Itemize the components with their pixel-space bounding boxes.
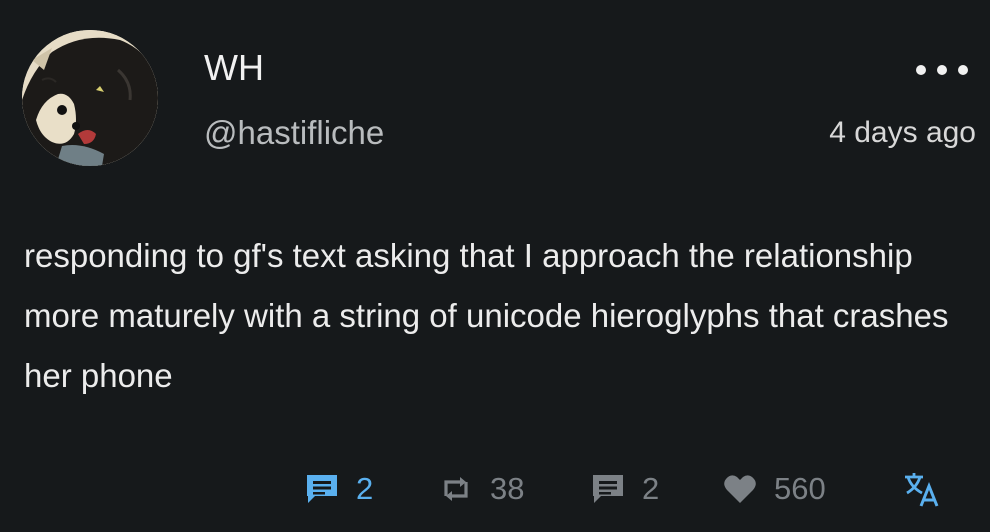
like-count: 560 bbox=[774, 471, 826, 506]
like-button[interactable]: 560 bbox=[722, 466, 826, 512]
more-dot bbox=[916, 65, 926, 75]
boost-button[interactable]: 38 bbox=[438, 466, 524, 512]
post-text: responding to gf's text asking that I ap… bbox=[24, 237, 949, 394]
author-handle[interactable]: @hastifliche bbox=[204, 114, 384, 152]
comments-count: 2 bbox=[356, 471, 374, 506]
repost-icon bbox=[438, 472, 474, 506]
quote-count: 2 bbox=[642, 471, 660, 506]
post-actions-bar: 2 38 2 560 bbox=[0, 466, 990, 512]
post-timestamp[interactable]: 4 days ago bbox=[829, 114, 976, 152]
translate-icon bbox=[902, 469, 942, 509]
author-display-name[interactable]: WH bbox=[204, 48, 264, 88]
more-dot bbox=[937, 65, 947, 75]
quote-button[interactable]: 2 bbox=[590, 466, 659, 512]
boost-count: 38 bbox=[490, 471, 525, 506]
more-options-button[interactable] bbox=[916, 56, 968, 84]
post-card: WH @hastifliche 4 days ago responding to… bbox=[0, 0, 990, 532]
more-dot bbox=[958, 65, 968, 75]
avatar-image bbox=[22, 30, 158, 166]
translate-button[interactable] bbox=[902, 466, 942, 512]
quote-bubble-icon bbox=[590, 472, 626, 506]
comments-button[interactable]: 2 bbox=[304, 466, 373, 512]
comment-bubble-icon bbox=[304, 472, 340, 506]
heart-icon bbox=[722, 472, 758, 506]
avatar[interactable] bbox=[22, 30, 158, 166]
